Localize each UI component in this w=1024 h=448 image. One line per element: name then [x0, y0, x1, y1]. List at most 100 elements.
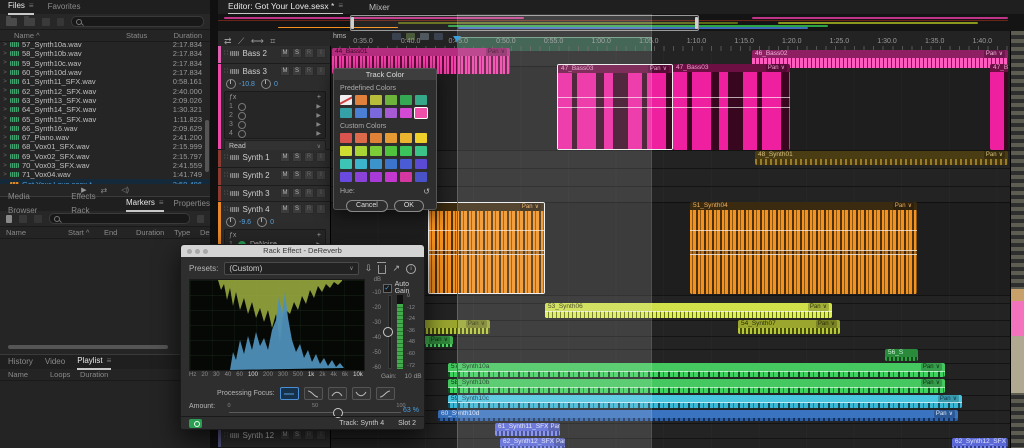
chevron-right-icon[interactable]: > [0, 97, 10, 103]
clip-header[interactable]: 62_Synth12_SFXPan∨ [500, 438, 565, 446]
color-swatch[interactable] [400, 108, 412, 118]
track-m-button[interactable]: M [280, 170, 290, 180]
track-s-button[interactable]: S [292, 152, 302, 162]
clip-header[interactable]: 44_Bass01Pan∨ [332, 48, 510, 56]
track-m-button[interactable]: M [280, 430, 290, 440]
clip-pan-label[interactable]: Pan∨ [466, 320, 487, 328]
gain-slider-handle[interactable] [383, 327, 393, 337]
clip-envelope-line[interactable] [673, 107, 790, 108]
window-buttons[interactable] [187, 249, 208, 254]
track-r-button[interactable]: R [304, 430, 314, 440]
clip-pan-label[interactable]: Pan∨ [984, 151, 1005, 159]
chevron-right-icon[interactable]: > [0, 70, 10, 76]
ok-button[interactable]: OK [394, 200, 424, 212]
clip-pan-label[interactable]: Pan∨ [429, 336, 450, 344]
track-r-button[interactable]: R [304, 204, 314, 214]
snap-icon[interactable] [392, 33, 401, 40]
color-swatch[interactable] [355, 108, 367, 118]
track-s-button[interactable]: S [292, 430, 302, 440]
clip-header[interactable]: 47_Ba [990, 64, 1008, 72]
fx-slot-power-icon[interactable] [238, 112, 246, 120]
color-swatch[interactable] [370, 133, 382, 143]
track-i-button[interactable]: I [316, 430, 326, 440]
focus-mid-button[interactable] [328, 387, 347, 400]
tab-video[interactable]: Video [45, 355, 65, 369]
clip-envelope-line[interactable] [558, 107, 672, 108]
track-i-button[interactable]: I [316, 204, 326, 214]
tab-mixer[interactable]: Mixer [369, 0, 390, 14]
clip-header[interactable]: 61_Synth11_SFXPan∨ [495, 423, 560, 431]
color-swatch[interactable] [415, 133, 427, 143]
file-row[interactable]: >67_Piano.wav2:41.200 [0, 133, 210, 142]
file-row[interactable]: >68_Vox01_SFX.wav2:15.999 [0, 142, 210, 151]
track-s-button[interactable]: S [292, 170, 302, 180]
chevron-right-icon[interactable]: > [0, 79, 10, 85]
track-header-synth-3[interactable]: ∷Synth 3MSRI [218, 186, 330, 202]
drag-handle-icon[interactable]: ∷ [224, 431, 227, 439]
info-icon[interactable]: i [406, 264, 416, 274]
clip-pan-label[interactable]: Pan∨ [934, 410, 955, 418]
file-row[interactable]: >71_Vox04.wav1:41.749 [0, 170, 210, 179]
clip-envelope-line[interactable] [448, 387, 945, 388]
clip-62_Synth12_SFX[interactable]: 62_Synth12_SFXPan∨ [500, 438, 565, 448]
track-header-bass-2[interactable]: ∷Bass 2MSRI [218, 46, 330, 64]
trash-icon[interactable] [57, 18, 64, 26]
clip-envelope-line[interactable] [690, 230, 917, 231]
focus-low-button[interactable] [304, 387, 323, 400]
fx-slot-power-icon[interactable] [238, 121, 246, 129]
tab-markers[interactable]: Markers≡ [126, 196, 164, 212]
clip-60_Synth10d[interactable]: 60_Synth10dPan∨ [438, 410, 958, 421]
clip-51_Synth04[interactable]: 51_Synth04Pan∨ [690, 202, 917, 294]
track-color-strip[interactable] [218, 168, 221, 185]
track-header-bass-3[interactable]: ∷Bass 3MSRI-10.8 0ƒx+1▶2▶3▶4▶Read∨ [218, 64, 330, 150]
chevron-right-icon[interactable]: > [0, 107, 10, 113]
color-swatch[interactable] [385, 133, 397, 143]
tab-history[interactable]: History [8, 355, 33, 369]
tab-effects-rack[interactable]: Effects Rack [71, 197, 116, 211]
track-m-button[interactable]: M [280, 188, 290, 198]
file-row[interactable]: >59_Synth10c.wav2:17.834 [0, 59, 210, 68]
dereverb-spectrum-graph[interactable] [189, 279, 365, 371]
clip-header[interactable]: 56_S [885, 349, 918, 357]
fx-slot-empty[interactable]: 3▶ [225, 120, 325, 129]
volume-knob[interactable] [226, 217, 236, 227]
clip-pan-label[interactable]: Pan∨ [1006, 438, 1008, 446]
track-header-synth-2[interactable]: ∷Synth 2MSRI [218, 168, 330, 186]
track-color-strip[interactable] [218, 150, 221, 167]
fx-slot-arrow-icon[interactable]: ▶ [316, 121, 321, 128]
clip-header[interactable]: 60_Synth10dPan∨ [438, 410, 958, 418]
navigator-selection[interactable] [350, 15, 699, 31]
clip-pan-label[interactable]: Pan∨ [648, 65, 669, 73]
clip-header[interactable]: 54_Synth07Pan∨ [738, 320, 840, 328]
clip-envelope-line[interactable] [545, 311, 832, 312]
drag-handle-icon[interactable]: ∷ [224, 153, 227, 161]
color-swatch[interactable] [370, 108, 382, 118]
fx-slot-empty[interactable]: 2▶ [225, 111, 325, 120]
color-swatch[interactable] [400, 133, 412, 143]
color-swatch[interactable] [400, 95, 412, 105]
metronome-icon[interactable] [420, 33, 429, 40]
clip-62_Synth12_SFX[interactable]: 62_Synth12_SFXPan∨ [952, 438, 1008, 448]
file-row[interactable]: >58_Synth10b.wav2:17.834 [0, 49, 210, 58]
fx-slot-power-icon[interactable] [238, 130, 246, 138]
chevron-right-icon[interactable]: > [0, 88, 10, 94]
color-swatch[interactable] [415, 108, 427, 118]
clip-47_Bass03[interactable]: 47_Bass03Pan∨ [673, 64, 790, 150]
chevron-right-icon[interactable]: > [0, 51, 10, 57]
color-swatch[interactable] [340, 95, 352, 105]
track-color-strip[interactable] [218, 46, 221, 63]
color-swatch[interactable] [355, 159, 367, 169]
clip-47_Ba[interactable]: 47_Ba [990, 64, 1008, 150]
track-m-button[interactable]: M [280, 152, 290, 162]
pan-knob[interactable] [261, 79, 271, 89]
loop-icon[interactable] [434, 33, 443, 40]
fx-slot-arrow-icon[interactable]: ▶ [316, 103, 321, 110]
color-swatch[interactable] [370, 172, 382, 182]
timeline-vertical-scrollbar[interactable] [1010, 31, 1024, 448]
markers-search-input[interactable] [49, 213, 190, 224]
chevron-right-icon[interactable]: > [0, 116, 10, 122]
import-media-icon[interactable] [24, 18, 35, 26]
preset-select[interactable]: (Custom) ∨ [224, 262, 358, 275]
clip-58_Synth10b[interactable]: 58_Synth10bPan∨ [448, 379, 945, 393]
color-swatch[interactable] [385, 159, 397, 169]
